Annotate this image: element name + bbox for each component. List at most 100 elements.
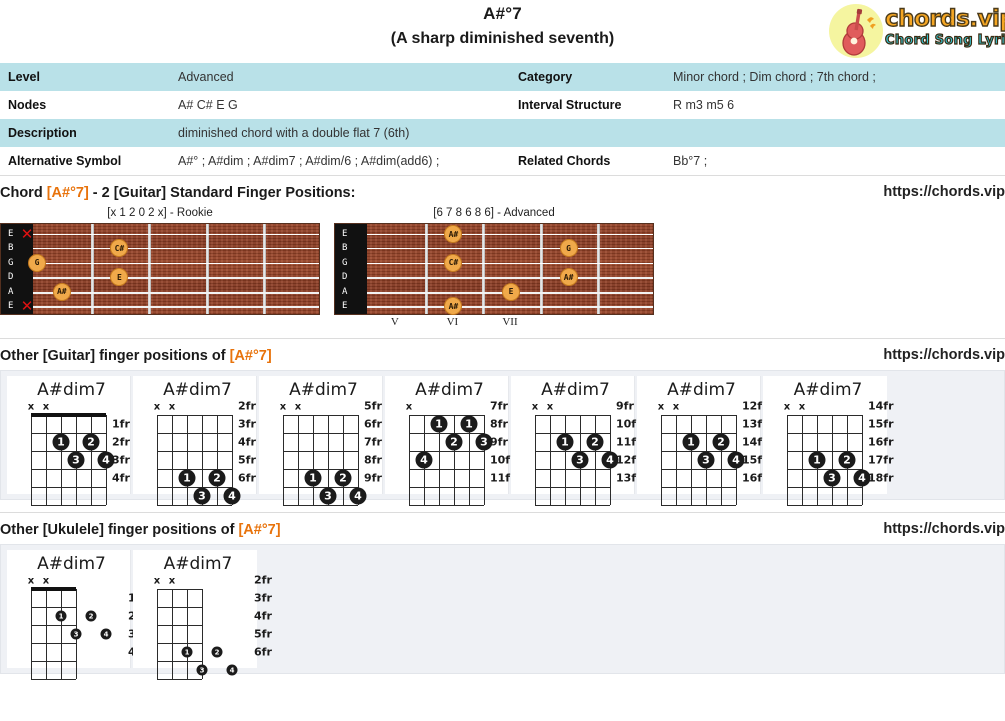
- fret-number-label: 6fr: [238, 471, 256, 485]
- grid-fret-line: [283, 451, 358, 453]
- section-title-prefix: Chord: [0, 185, 47, 201]
- grid-string-line: [676, 415, 678, 505]
- grid-fret-line: [157, 661, 202, 663]
- chord-diagram[interactable]: A#dim7 x x 1 2 3 4 2fr 3fr 4fr 5fr 6fr: [133, 376, 257, 507]
- chord-diagram-grid: x x 1 2 3 4 9fr 10fr 11fr 12fr 13fr: [517, 400, 642, 507]
- grid-string-line: [862, 415, 864, 505]
- string-label: D: [8, 272, 14, 283]
- grid-fret-line: [157, 607, 202, 609]
- grid-fret-line: [535, 451, 610, 453]
- fretboard: E B G D A E A# G C# A# E A#: [334, 223, 654, 315]
- finger-position-dot: 4: [226, 664, 238, 676]
- mute-marker-icon: x: [294, 401, 302, 413]
- site-url-standard[interactable]: https://chords.vip: [883, 184, 1005, 200]
- chord-diagram-name: A#dim7: [163, 554, 233, 574]
- grid-fret-line: [535, 469, 610, 471]
- info-key-alternative-symbol: Alternative Symbol: [8, 154, 122, 168]
- fret-number-label: 4fr: [238, 435, 256, 449]
- fret-number-label: 5fr: [364, 399, 382, 413]
- fret-number-label: 18fr: [868, 471, 894, 485]
- fretboard-note-marker: E: [502, 282, 520, 301]
- grid-fret-line: [283, 487, 358, 489]
- finger-position-dot: 4: [97, 451, 115, 469]
- chord-diagram[interactable]: A#dim7xx12341fr2fr3fr4fr: [7, 376, 131, 507]
- finger-position-dot: 2: [586, 433, 604, 451]
- string-label: B: [8, 243, 14, 254]
- fret-number: V: [390, 316, 399, 328]
- grid-string-line: [31, 589, 33, 679]
- finger-position-dot: 3: [196, 664, 208, 676]
- mute-marker-icon: x: [27, 575, 35, 587]
- chord-diagram[interactable]: A#dim7 x x 1 2 3 4 14fr 15fr 16fr 17fr 18fr: [763, 376, 894, 507]
- logo-tagline: Chord Song Lyric: [884, 32, 1005, 48]
- mute-marker-icon: x: [42, 575, 50, 587]
- grid-fret-line: [661, 469, 736, 471]
- fret-line: [148, 224, 152, 314]
- grid-fret-line: [535, 487, 610, 489]
- string-line: [33, 248, 319, 250]
- section-header-standard-positions: Chord [A#°7] - 2 [Guitar] Standard Finge…: [0, 175, 1005, 203]
- finger-position-dot: 3: [67, 451, 85, 469]
- grid-fret-line: [31, 661, 76, 663]
- grid-fret-line: [31, 607, 76, 609]
- mute-marker-icon: x: [153, 401, 161, 413]
- finger-position-dot: 3: [697, 451, 715, 469]
- grid-string-line: [721, 415, 723, 505]
- grid-string-line: [484, 415, 486, 505]
- fretboard-note-marker: C#: [444, 253, 463, 272]
- grid-string-line: [565, 415, 567, 505]
- fretboard-note-marker: A#: [52, 282, 71, 301]
- chord-diagram-grid: x x 1 2 3 4 2fr 3fr 4fr 5fr 6fr: [139, 400, 256, 507]
- chord-diagram[interactable]: A#dim7 x x 1 2 3 4 9fr 10fr 11fr 12fr 13fr: [511, 376, 642, 507]
- mute-marker-icon: ✕: [20, 225, 34, 243]
- finger-position-dot: 3: [70, 628, 82, 640]
- grid-fret-line: [31, 643, 76, 645]
- chord-diagram[interactable]: A#dim7 x x 1 2 3 4 2fr 3fr 4fr 5fr 6fr: [133, 550, 272, 681]
- site-logo[interactable]: chords.vip Chord Song Lyric: [823, 2, 1005, 60]
- fret-number-row: [0, 316, 320, 332]
- info-key-nodes: Nodes: [8, 98, 47, 112]
- fret-line: [263, 224, 267, 314]
- chord-diagram[interactable]: A#dim7 x 1 1 2 3 4 7fr 8fr 9fr 10fr 11fr: [385, 376, 516, 507]
- ukulele-chord-diagram-strip: A#dim7xx12341fr2fr3fr4frA#dim7xx12342fr3…: [0, 544, 1005, 681]
- grid-string-line: [283, 415, 285, 505]
- fretboard-note-marker: G: [559, 239, 578, 258]
- site-url-ukulele[interactable]: https://chords.vip: [883, 521, 1005, 537]
- chord-diagram-name: A#dim7: [667, 380, 736, 400]
- string-line: [367, 306, 653, 308]
- grid-fret-line: [157, 625, 202, 627]
- finger-position-dot: 2: [82, 433, 100, 451]
- finger-position-dot: 1: [304, 469, 322, 487]
- grid-string-line: [31, 415, 33, 505]
- chord-diagram[interactable]: A#dim7xx12341fr2fr3fr4fr: [7, 550, 146, 681]
- grid-fret-line: [157, 589, 202, 591]
- mute-marker-icon: x: [657, 401, 665, 413]
- finger-position-dot: 1: [430, 415, 448, 433]
- chord-diagram[interactable]: A#dim7 x x 1 2 3 4 5fr 6fr 7fr 8fr 9fr: [259, 376, 383, 507]
- grid-string-line: [217, 415, 219, 505]
- chord-diagram[interactable]: A#dim7 x x 1 2 3 4 12fr 13fr 14fr 15fr 16fr: [637, 376, 768, 507]
- table-row: Alternative Symbol A#° ; A#dim ; A#dim7 …: [0, 147, 1005, 175]
- mute-marker-icon: ✕: [20, 297, 34, 315]
- chord-diagram-grid: x x 1 2 3 4 12fr 13fr 14fr 15fr 16fr: [643, 400, 768, 507]
- grid-fret-line: [661, 451, 736, 453]
- grid-string-line: [157, 415, 159, 505]
- mute-marker-icon: x: [168, 401, 176, 413]
- info-key-interval-structure: Interval Structure: [518, 98, 622, 112]
- grid-fret-line: [661, 415, 736, 417]
- guitar-chord-diagram-strip: A#dim7 x x 1 2 3 4 1fr 2fr 3fr 4fr A#dim7 x x 1 2 3 4 2fr 3…: [0, 370, 1005, 507]
- chord-diagram-grid: x 1 1 2 3 4 7fr 8fr 9fr 10fr 11fr: [391, 400, 516, 507]
- grid-fret-line: [31, 487, 106, 489]
- fret-number-label: 8fr: [490, 417, 508, 431]
- finger-position-dot: 2: [208, 469, 226, 487]
- site-url-guitar-other[interactable]: https://chords.vip: [883, 347, 1005, 363]
- finger-position-dot: 2: [334, 469, 352, 487]
- finger-position-dot: 3: [193, 487, 211, 505]
- mute-marker-icon: x: [153, 575, 161, 587]
- fretboard-caption: [6 7 8 6 8 6] - Advanced: [433, 207, 555, 219]
- grid-fret-line: [283, 433, 358, 435]
- mute-marker-icon: x: [798, 401, 806, 413]
- string-line: [367, 277, 653, 280]
- grid-string-line: [298, 415, 300, 505]
- guitar-other-chord: [A#°7]: [229, 348, 272, 364]
